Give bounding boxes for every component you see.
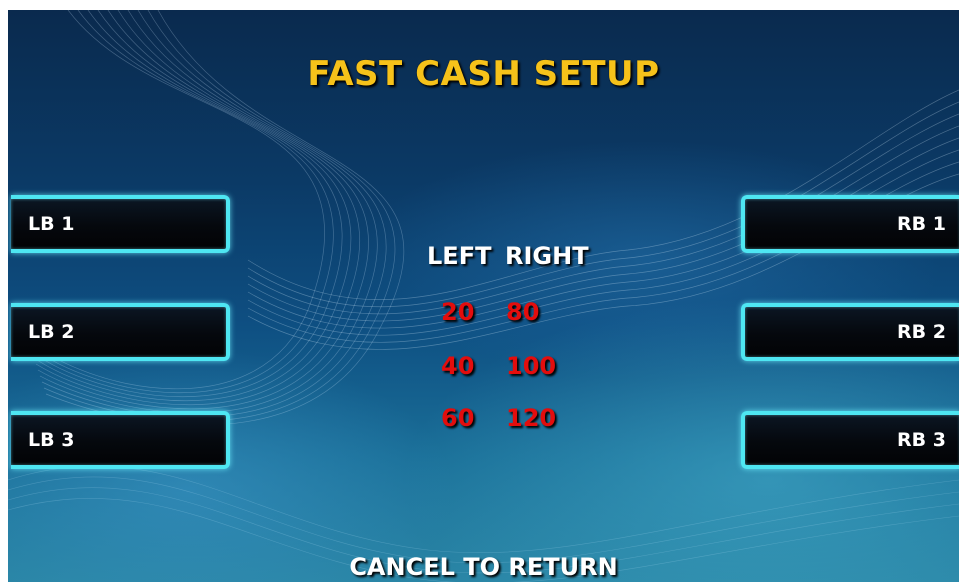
left-amount-1: 20 [441, 298, 475, 326]
left-amount-3: 60 [441, 404, 475, 432]
screen-title: FAST CASH SETUP [307, 54, 660, 94]
left-button-3[interactable]: LB 3 [11, 411, 230, 469]
left-button-1[interactable]: LB 1 [11, 195, 230, 253]
right-amount-2: 100 [506, 352, 557, 380]
right-button-2[interactable]: RB 2 [741, 303, 959, 361]
right-amount-1: 80 [506, 298, 540, 326]
left-button-2[interactable]: LB 2 [11, 303, 230, 361]
right-amount-3: 120 [506, 404, 557, 432]
left-bezel [0, 0, 8, 582]
top-bezel [0, 0, 959, 10]
display-panel: FAST CASH SETUP LB 1 LB 2 LB 3 RB 1 RB 2… [8, 10, 959, 582]
cancel-instruction: CANCEL TO RETURN [349, 553, 618, 581]
left-amount-2: 40 [441, 352, 475, 380]
right-button-1[interactable]: RB 1 [741, 195, 959, 253]
atm-screen: FAST CASH SETUP LB 1 LB 2 LB 3 RB 1 RB 2… [0, 0, 959, 582]
right-column-header: RIGHT [505, 242, 589, 270]
left-column-header: LEFT [427, 242, 492, 270]
background-swirl-graphic [8, 10, 959, 582]
right-button-3[interactable]: RB 3 [741, 411, 959, 469]
